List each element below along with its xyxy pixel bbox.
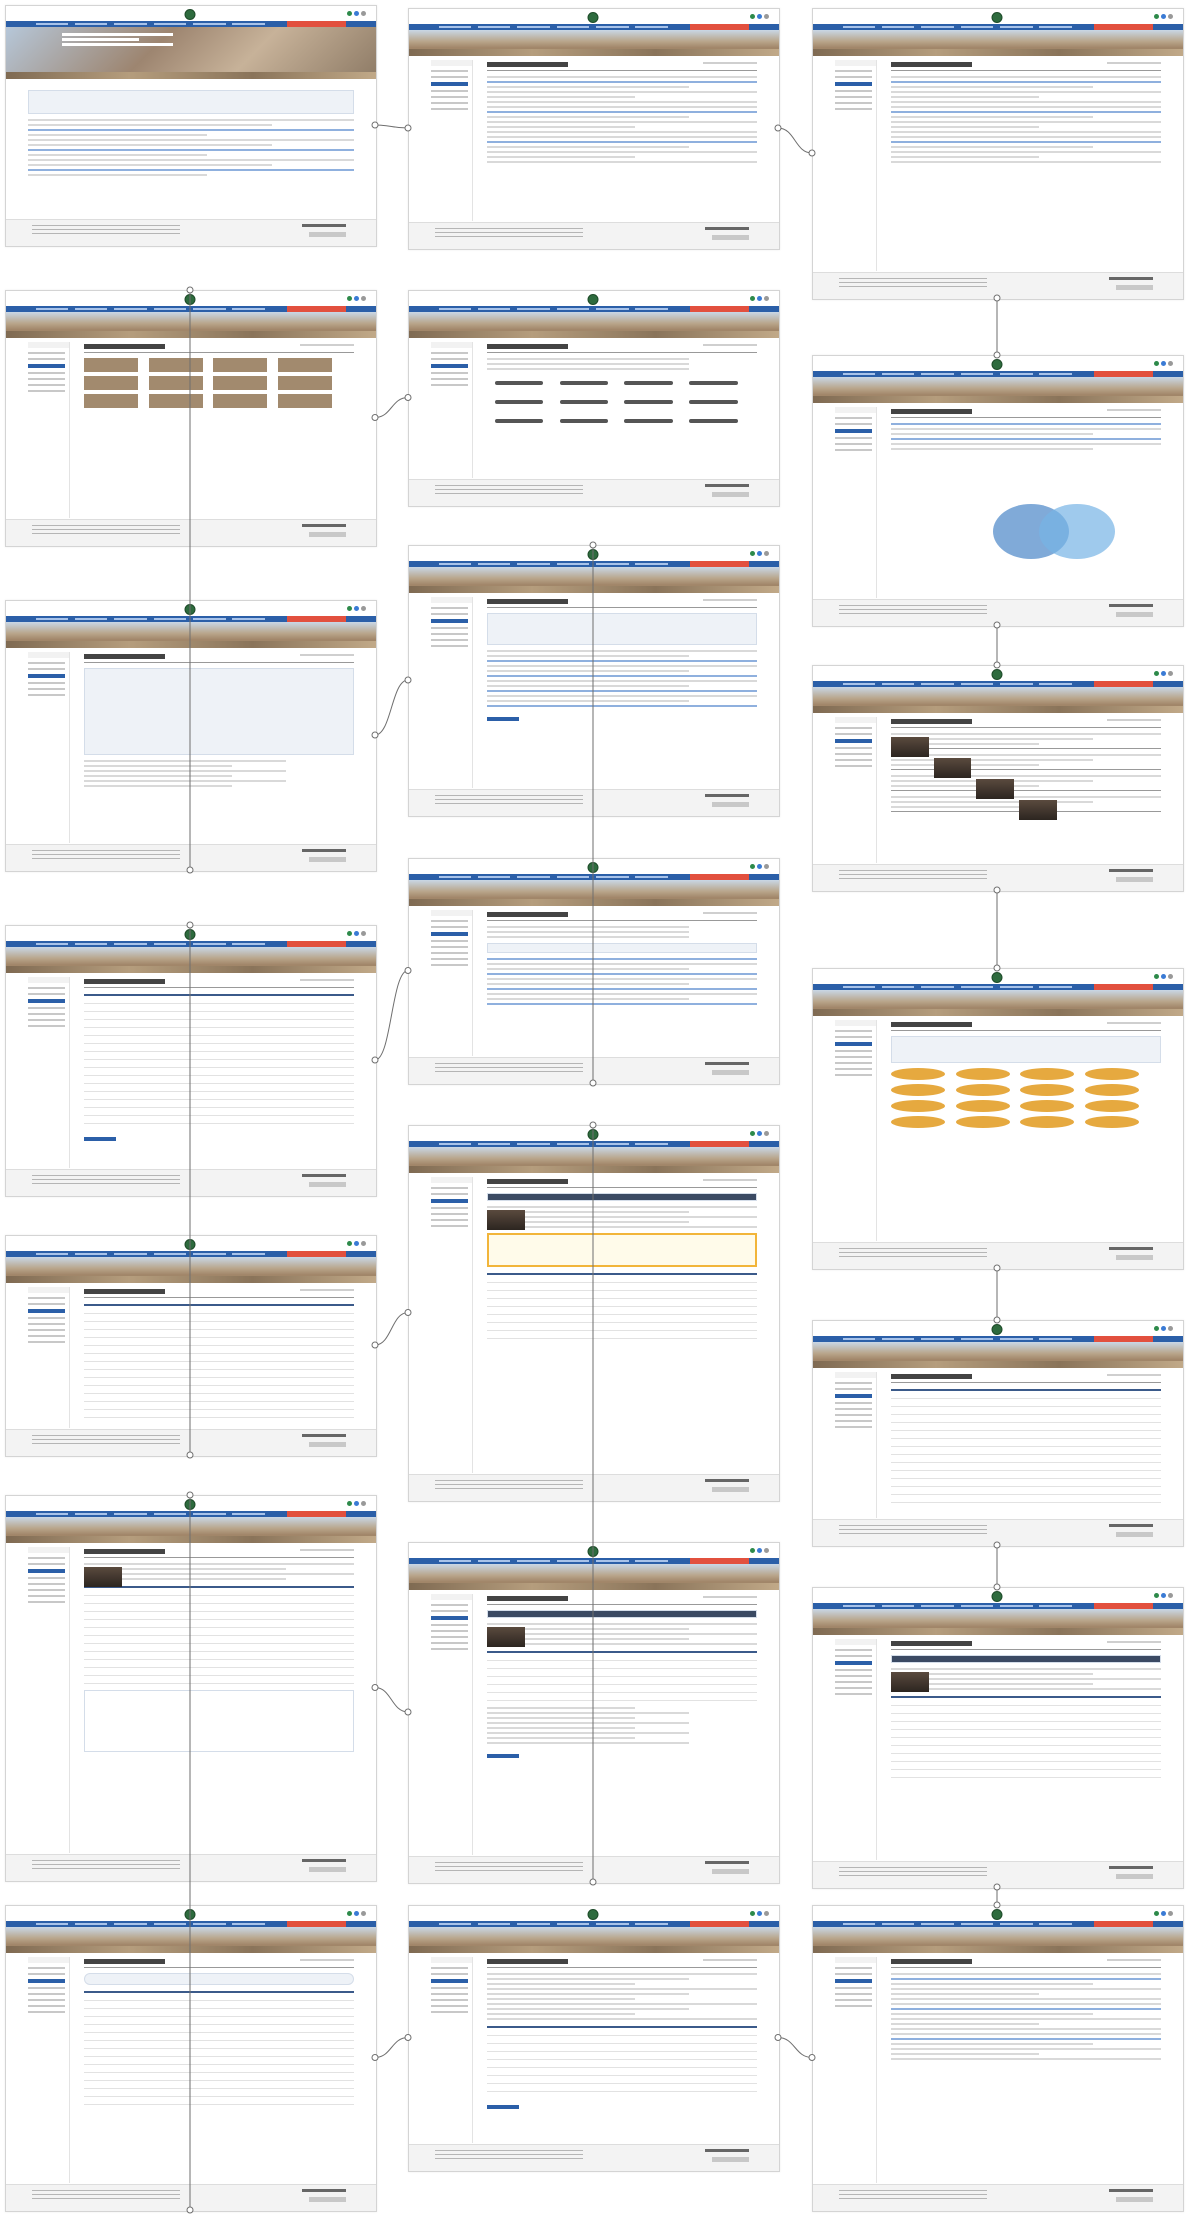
connector-endpoint (993, 886, 1001, 894)
connector-endpoint (371, 731, 379, 739)
connector-endpoint (371, 1684, 379, 1691)
connector-endpoint (371, 414, 379, 421)
connector-endpoint (404, 676, 412, 684)
connector-endpoint (589, 1121, 597, 1129)
flow-connector (374, 679, 409, 736)
connector-endpoint (589, 1878, 597, 1886)
connector-endpoint (186, 2206, 194, 2214)
flow-connector (777, 2037, 813, 2058)
connector-endpoint (371, 2054, 379, 2061)
connector-endpoint (993, 1583, 1001, 1591)
flow-connector (374, 1312, 409, 1346)
connector-endpoint (993, 1883, 1001, 1891)
flow-connector (374, 397, 409, 418)
connector-endpoint (404, 394, 412, 401)
flow-connector (374, 124, 409, 129)
connector-endpoint (993, 351, 1001, 359)
connector-endpoint (404, 2034, 412, 2041)
connector-endpoint (993, 294, 1001, 302)
connector-endpoint (993, 964, 1001, 972)
connector-endpoint (993, 1541, 1001, 1549)
connector-endpoint (186, 286, 194, 294)
connector-endpoint (993, 1264, 1001, 1272)
connector-endpoint (808, 149, 816, 157)
connector-endpoint (808, 2054, 816, 2061)
connector-endpoint (404, 1708, 412, 1716)
connector-endpoint (404, 967, 412, 974)
connector-endpoint (993, 621, 1001, 629)
connector-endpoint (589, 1079, 597, 1087)
connector-endpoint (186, 921, 194, 929)
connector-endpoint (371, 121, 379, 129)
flow-connectors (186, 121, 1001, 2214)
connector-endpoint (186, 866, 194, 874)
flow-connector (374, 970, 409, 1061)
connector-endpoint (371, 1341, 379, 1349)
flow-connector (777, 127, 813, 154)
connector-endpoint (186, 1491, 194, 1499)
flow-connector (374, 2037, 409, 2058)
connector-endpoint (774, 2034, 782, 2041)
connector-endpoint (404, 124, 412, 132)
connector-endpoint (774, 124, 782, 132)
connector-endpoint (993, 1901, 1001, 1909)
connector-endpoint (993, 661, 1001, 669)
connector-endpoint (371, 1056, 379, 1064)
connector-endpoint (186, 1451, 194, 1459)
connector-endpoint (993, 1316, 1001, 1324)
connector-endpoint (404, 1309, 412, 1316)
connector-endpoint (589, 541, 597, 549)
flow-connector (374, 1687, 409, 1713)
